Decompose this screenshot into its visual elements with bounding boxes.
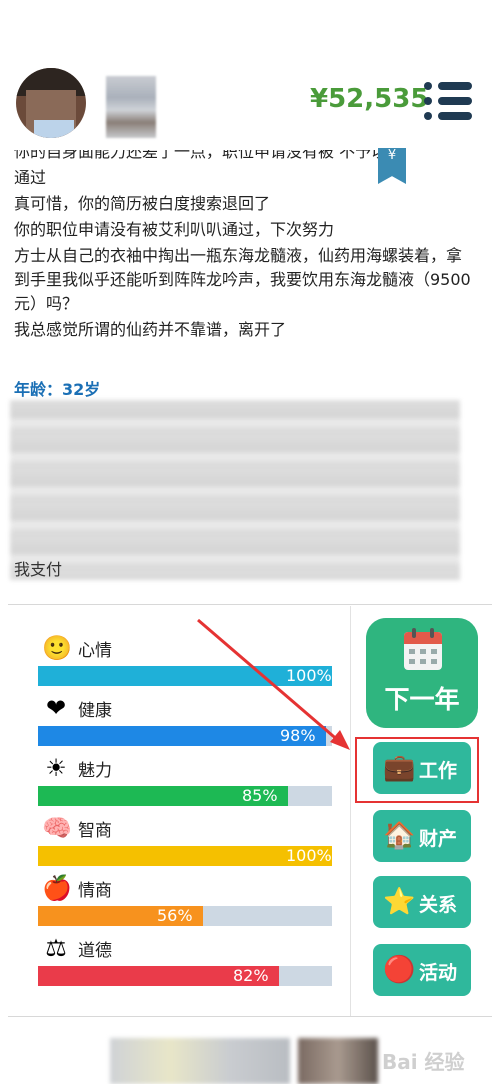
menu-dot <box>424 97 432 105</box>
age-label: 年龄：32岁 <box>14 380 101 399</box>
star-icon: ⭐ <box>383 887 416 917</box>
stat-bar-track: 82% <box>38 966 332 986</box>
stat-percent: 100% <box>286 666 332 685</box>
stat-name: 智商 <box>78 821 112 841</box>
arrow-head <box>330 730 350 750</box>
calendar-cell <box>409 659 415 664</box>
top-header: ¥52,535 <box>0 0 500 150</box>
bookmark-symbol: ¥ <box>387 148 397 163</box>
stat-percent: 98% <box>280 726 316 745</box>
stat-name: 情商 <box>78 881 112 901</box>
stat-percent: 85% <box>242 786 278 805</box>
relations-label: 关系 <box>419 894 458 916</box>
blurred-player-name <box>106 76 156 138</box>
stat-name: 健康 <box>78 701 112 721</box>
menu-bar <box>438 97 472 105</box>
dots-icon: 🔴 <box>383 955 416 985</box>
smiley-icon: 🙂 <box>42 634 72 662</box>
scales-icon: ⚖ <box>45 934 67 962</box>
blurred-text-block <box>10 400 460 580</box>
stat-percent: 82% <box>233 966 269 985</box>
bottom-divider <box>8 1016 492 1017</box>
calendar-cell <box>420 649 426 654</box>
avatar[interactable] <box>16 68 86 138</box>
calendar-cell <box>431 649 437 654</box>
menu-button[interactable] <box>424 82 472 120</box>
stat-bar-track: 100% <box>38 846 332 866</box>
activities-label: 活动 <box>419 962 458 984</box>
watermark: Bai 经验 <box>382 1050 465 1074</box>
calendar-header <box>404 632 442 644</box>
calendar-cell <box>420 659 426 664</box>
house-icon: 🏠 <box>383 821 416 851</box>
heart-icon: ❤ <box>45 694 67 722</box>
menu-bar <box>438 82 472 90</box>
section-divider <box>8 604 492 605</box>
menu-dot <box>424 82 432 90</box>
stat-name: 心情 <box>78 641 112 661</box>
stat-bar-track: 56% <box>38 906 332 926</box>
blurred-bottom-text <box>110 1038 290 1084</box>
stat-bar-track: 98% <box>38 726 332 746</box>
stat-percent: 100% <box>286 846 332 865</box>
stat-name: 道德 <box>78 941 112 961</box>
log-line: 我总感觉所谓的仙药并不靠谱，离开了 <box>14 320 287 339</box>
money-balance: ¥52,535 <box>310 84 429 114</box>
blurred-tail-text: 我支付 <box>14 560 63 579</box>
property-button[interactable]: 🏠 财产 <box>373 810 471 862</box>
stat-bar-track: 100% <box>38 666 332 686</box>
next-year-button[interactable]: 下一年 <box>366 618 478 728</box>
apple-icon: 🍎 <box>42 874 72 902</box>
log-line: 方士从自己的衣袖中掏出一瓶东海龙髓液，仙药用海螺装着，拿到手里我似乎还能听到阵阵… <box>14 246 471 313</box>
calendar-ring <box>412 628 416 638</box>
avatar-shirt <box>34 120 74 138</box>
next-year-label: 下一年 <box>384 685 460 714</box>
column-divider <box>350 606 351 1016</box>
highlight-box <box>355 737 479 803</box>
calendar-cell <box>431 659 437 664</box>
property-label: 财产 <box>419 828 458 850</box>
calendar-ring <box>430 628 434 638</box>
calendar-icon <box>404 628 442 670</box>
calendar-cell <box>409 649 415 654</box>
log-line: 你的职位申请没有被艾利叭叭通过，下次努力 <box>14 220 335 239</box>
sun-icon: ☀ <box>45 754 67 782</box>
blurred-bottom-image <box>298 1038 378 1084</box>
activities-button[interactable]: 🔴 活动 <box>373 944 471 996</box>
menu-dot <box>424 112 432 120</box>
stat-name: 魅力 <box>78 761 112 781</box>
log-line: 真可惜，你的简历被白度搜索退回了 <box>14 194 271 213</box>
menu-bar <box>438 112 472 120</box>
relations-button[interactable]: ⭐ 关系 <box>373 876 471 928</box>
stat-bar-track: 85% <box>38 786 332 806</box>
brain-icon: 🧠 <box>42 814 72 842</box>
stat-percent: 56% <box>157 906 193 925</box>
